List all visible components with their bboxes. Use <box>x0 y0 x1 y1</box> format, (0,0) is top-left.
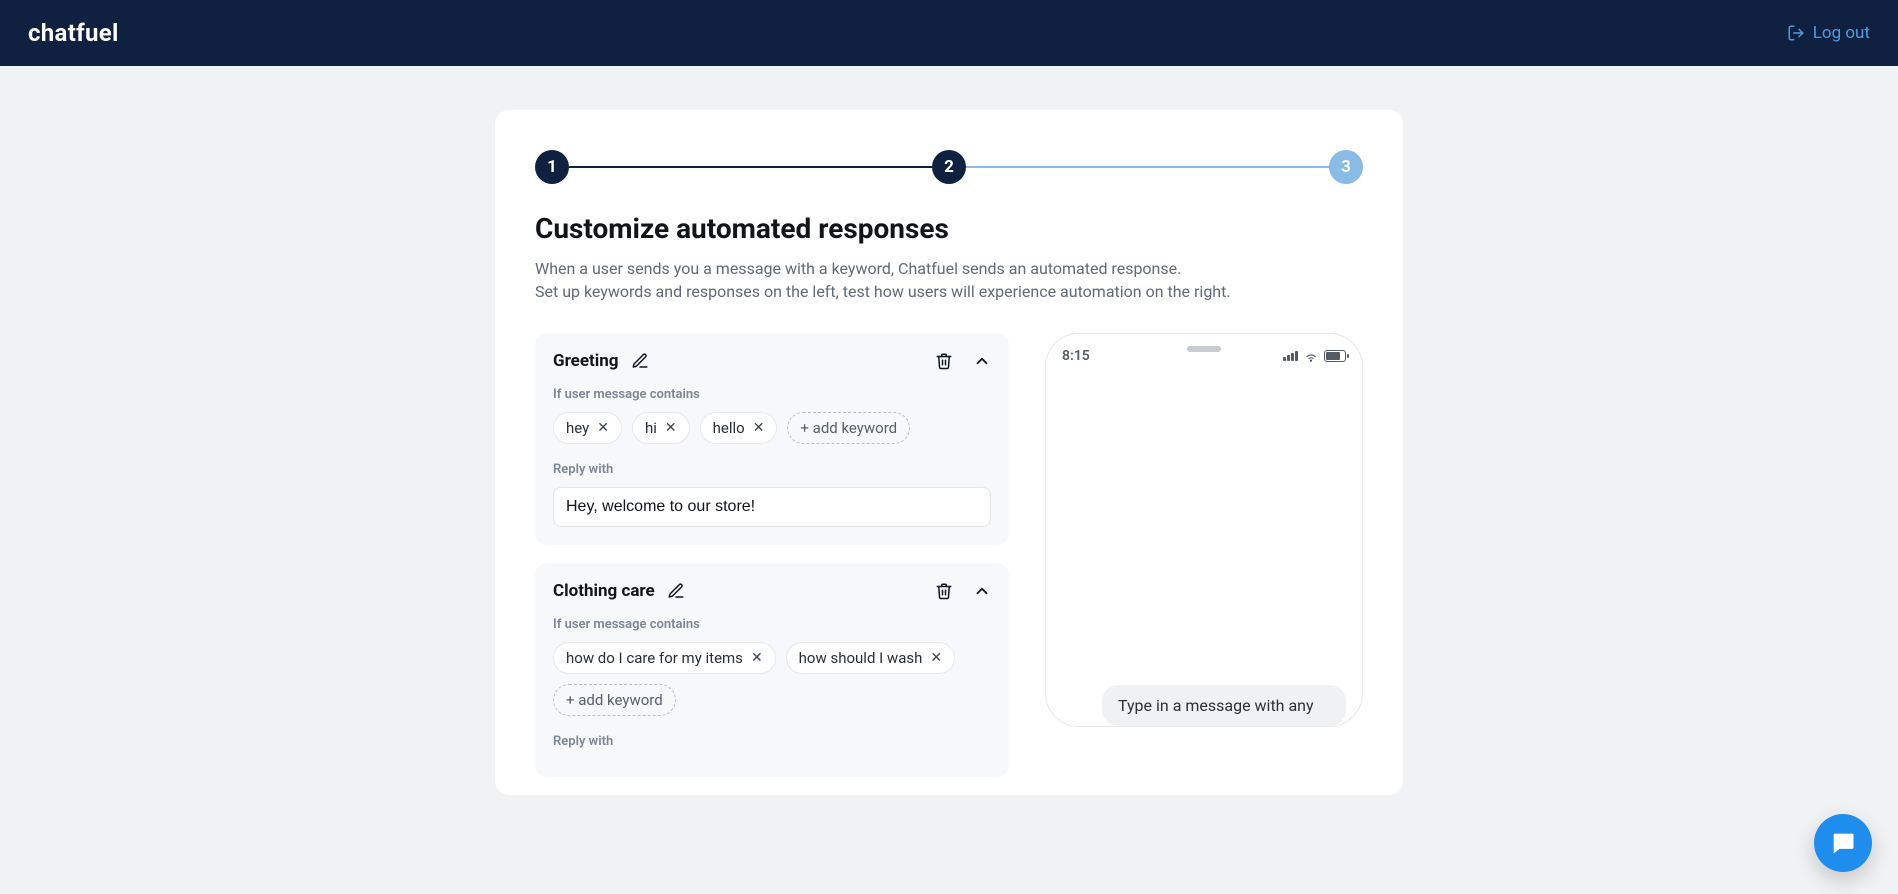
chip-remove-icon[interactable]: ✕ <box>665 420 677 437</box>
reply-label: Reply with <box>553 734 991 749</box>
reply-label: Reply with <box>553 462 991 477</box>
logout-label: Log out <box>1813 23 1870 43</box>
contains-label: If user message contains <box>553 387 991 402</box>
chip[interactable]: how do I care for my items✕ <box>553 642 776 674</box>
step-1[interactable]: 1 <box>535 150 569 184</box>
chevron-up-icon[interactable] <box>973 352 991 370</box>
signal-icon <box>1283 351 1298 361</box>
panel-clothing-care: Clothing care If user message contains h… <box>535 563 1009 777</box>
chip-remove-icon[interactable]: ✕ <box>930 650 942 667</box>
brand-logo: chatfuel <box>28 19 119 47</box>
battery-icon <box>1324 350 1346 362</box>
phone-preview: 8:15 Type in a message with any <box>1045 333 1363 727</box>
chat-icon <box>1829 829 1857 857</box>
topbar: chatfuel Log out <box>0 0 1898 66</box>
chip-remove-icon[interactable]: ✕ <box>597 420 609 437</box>
add-keyword-button[interactable]: + add keyword <box>787 412 910 444</box>
chevron-up-icon[interactable] <box>973 582 991 600</box>
keyword-chips: hey✕ hi✕ hello✕ + add keyword <box>553 412 991 444</box>
brand-text: chatfuel <box>28 19 119 47</box>
left-column: Greeting If user message contains hey✕ h… <box>535 333 1009 795</box>
add-keyword-button[interactable]: + add keyword <box>553 684 676 716</box>
edit-icon[interactable] <box>631 352 649 370</box>
panel-title-text: Greeting <box>553 351 619 371</box>
keyword-chips: how do I care for my items✕ how should I… <box>553 642 991 716</box>
step-line-1-2 <box>569 166 932 168</box>
page-title: Customize automated responses <box>535 212 1363 245</box>
chip-remove-icon[interactable]: ✕ <box>751 650 763 667</box>
reply-input[interactable] <box>553 487 991 527</box>
phone-speaker <box>1187 346 1221 352</box>
chip[interactable]: hi✕ <box>632 412 690 444</box>
edit-icon[interactable] <box>667 582 685 600</box>
chip[interactable]: hey✕ <box>553 412 622 444</box>
logout-icon <box>1787 24 1805 42</box>
step-line-2-3 <box>966 166 1329 168</box>
preview-bubble: Type in a message with any <box>1102 685 1346 727</box>
trash-icon[interactable] <box>935 582 953 600</box>
logout-button[interactable]: Log out <box>1787 23 1870 43</box>
trash-icon[interactable] <box>935 352 953 370</box>
step-2[interactable]: 2 <box>932 150 966 184</box>
chip[interactable]: how should I wash✕ <box>786 642 955 674</box>
chat-widget-button[interactable] <box>1814 814 1872 872</box>
right-column: 8:15 Type in a message with any <box>1045 333 1363 727</box>
stepper: 1 2 3 <box>535 150 1363 184</box>
panel-greeting: Greeting If user message contains hey✕ h… <box>535 333 1009 545</box>
wizard-card: 1 2 3 Customize automated responses When… <box>495 110 1403 795</box>
chip[interactable]: hello✕ <box>700 412 778 444</box>
page-description: When a user sends you a message with a k… <box>535 257 1363 303</box>
chip-remove-icon[interactable]: ✕ <box>753 420 765 437</box>
step-3[interactable]: 3 <box>1329 150 1363 184</box>
contains-label: If user message contains <box>553 617 991 632</box>
panel-title-text: Clothing care <box>553 581 655 601</box>
